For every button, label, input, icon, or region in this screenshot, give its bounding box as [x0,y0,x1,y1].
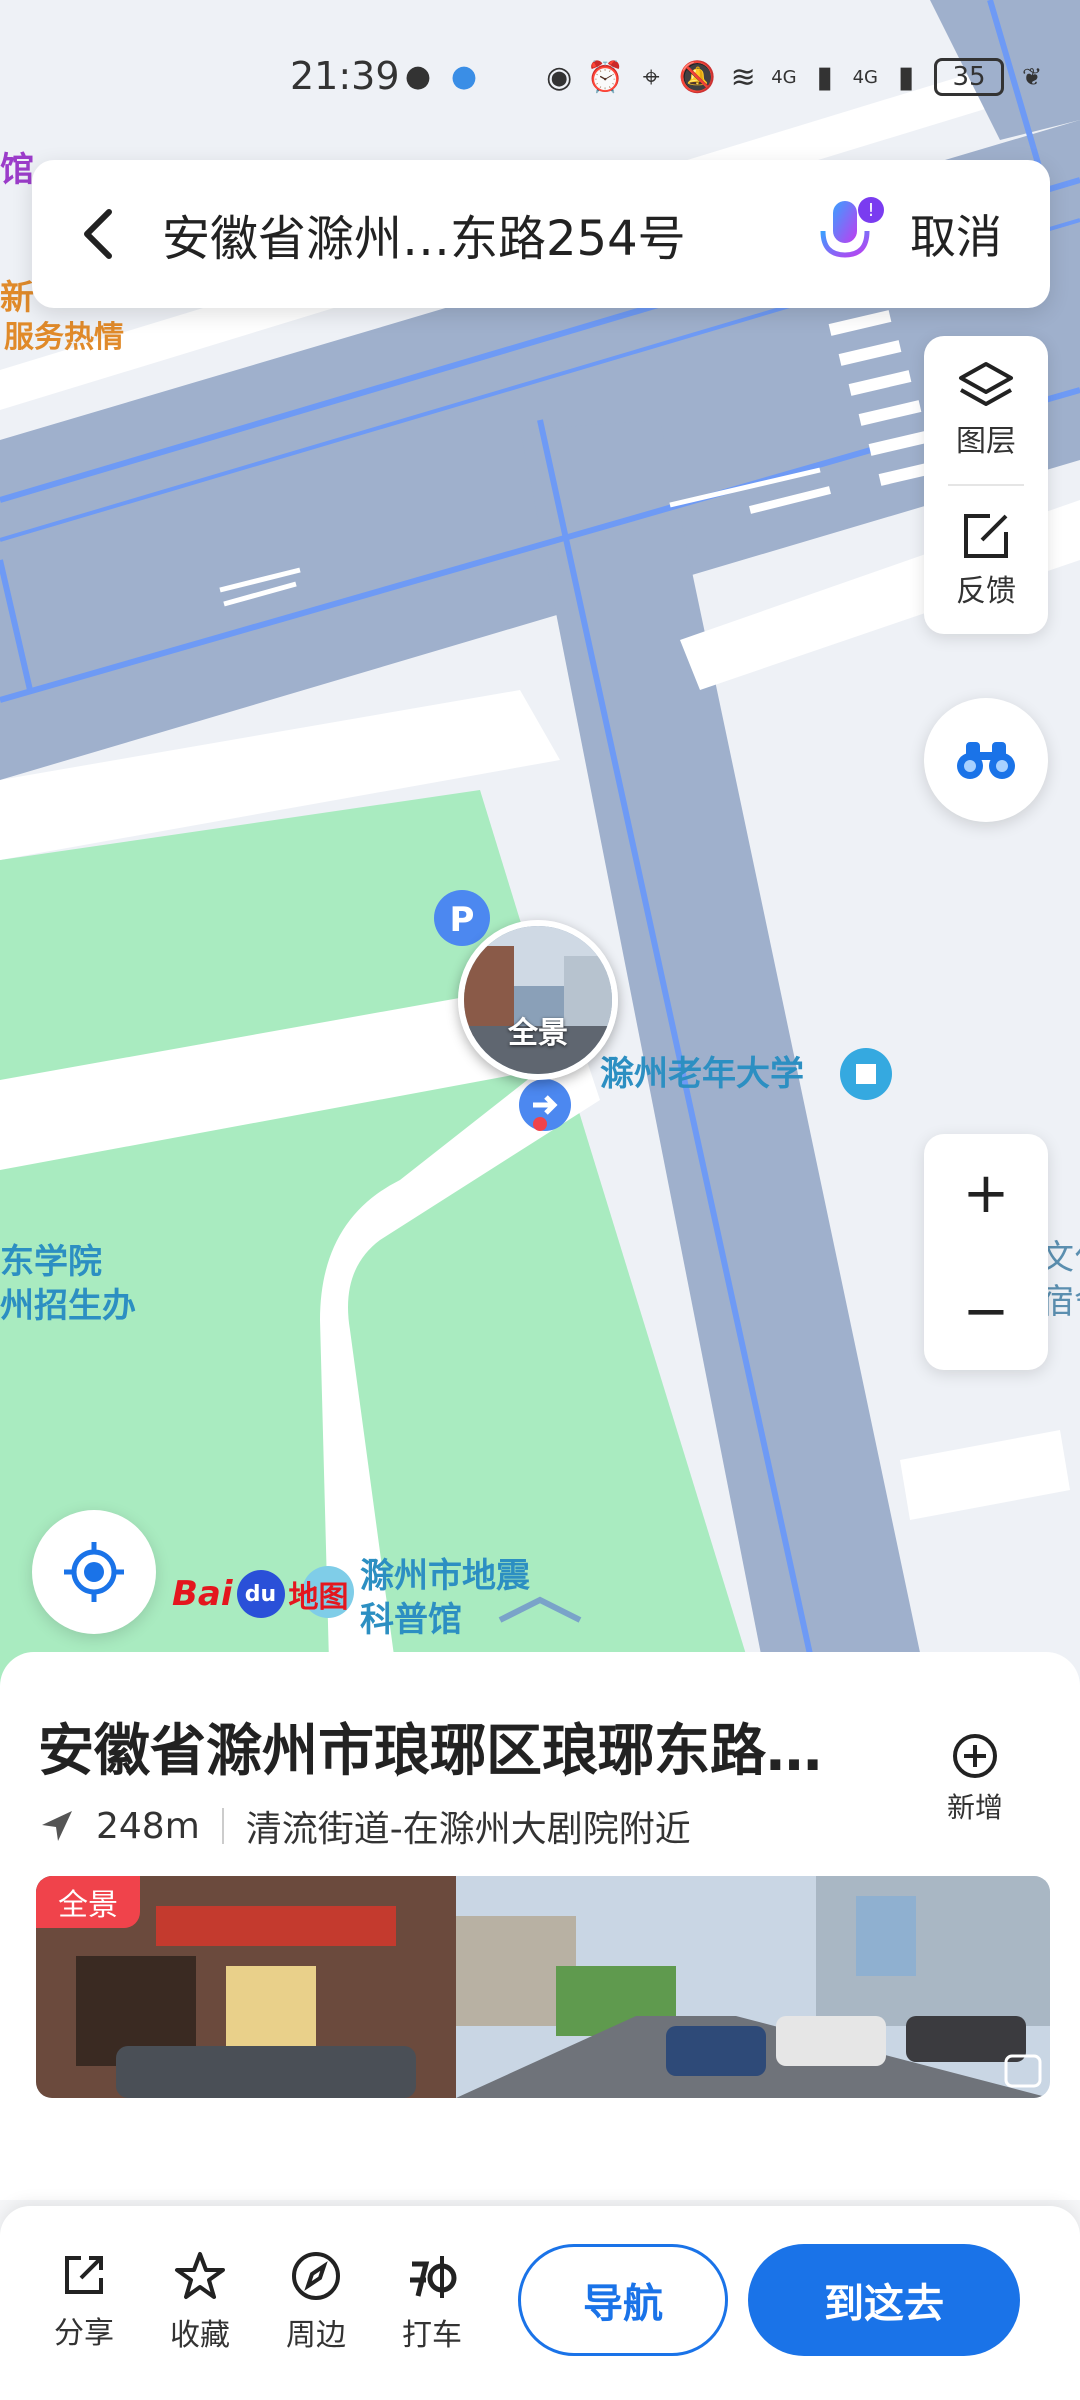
layers-label: 图层 [956,424,1016,459]
feedback-label: 反馈 [956,574,1016,609]
eye-icon: ◉ [546,59,573,95]
share-button[interactable]: 分享 [34,2250,134,2352]
zoom-in-button[interactable]: + [924,1134,1048,1252]
add-place-label: 新增 [946,1791,1003,1824]
poi-label-museum-line1[interactable]: 滁州市地震 [360,1554,530,1598]
browser-icon: ● [450,58,478,94]
zoom-controls: + − [924,1134,1048,1370]
locate-me-button[interactable] [32,1510,156,1634]
go-here-button[interactable]: 到这去 [748,2244,1020,2356]
binoculars-icon [957,742,1015,779]
favorite-label: 收藏 [170,2318,230,2353]
navigation-arrow-icon [42,1811,72,1841]
zoom-out-button[interactable]: − [924,1252,1048,1370]
locate-crosshair-icon [64,1542,124,1602]
university-poi-icon[interactable] [840,1048,892,1100]
mute-icon: 🔕 [678,59,716,95]
alarm-icon: ⏰ [586,59,624,95]
place-title: 安徽省滁州市琅琊区琅琊东路… [38,1719,822,1784]
bottom-action-bar: 分享 收藏 周边 打车 导航 到这去 [0,2206,1080,2400]
status-time: 21:39 [290,54,400,98]
layers-button[interactable]: 图层 [924,336,1048,484]
battery-icon: 35 [934,58,1004,96]
meta-divider [221,1808,224,1844]
destination-marker-icon[interactable] [519,1079,571,1131]
place-address: 清流街道-在滁州大剧院附近 [245,1809,691,1850]
feedback-edit-icon [964,514,1008,558]
feedback-button[interactable]: 反馈 [924,486,1048,634]
poi-label-left-line1[interactable]: 东学院 [0,1240,102,1284]
baidu-map-logo: Bai du 地图 [172,1570,349,1618]
status-bar: 21:39 ● ● ◉ ⏰ ⌖ 🔕 ≋ 4G ▮ 4G ▮ 35 ❦ [0,40,1080,120]
share-icon [65,2256,103,2294]
voice-search-button[interactable]: ! [800,189,890,279]
screen: P 馆 新 服务热情 滁州老年大学 东学院 州招生办 文化 宿舍 滁 [0,0,1080,2400]
place-detail-sheet[interactable]: 安徽省滁州市琅琊区琅琊东路… 新增 248m 清流街道-在滁州大剧院附近 全景 [0,1652,1080,2200]
nearby-label: 周边 [286,2318,346,2353]
layers-icon [959,362,1013,406]
add-place-button[interactable]: 新增 [930,1732,1020,1826]
signal-icon-a: ▮ [816,59,833,95]
poi-label-top-left-line2[interactable]: 服务热情 [4,316,124,360]
leaf-icon: ❦ [1021,63,1043,91]
poi-label-top-left-line1[interactable]: 新 [0,276,34,320]
poi-label-left-line2[interactable]: 州招生办 [0,1284,136,1328]
search-bar[interactable]: 安徽省滁州…东路254号 ! 取消 [32,160,1050,308]
taxi-label: 打车 [402,2318,462,2353]
panorama-badge: 全景 [36,1876,140,1928]
compass-icon [292,2252,340,2300]
place-meta: 248m 清流街道-在滁州大剧院附近 [38,1800,691,1852]
poi-label-museum-line2[interactable]: 科普馆 [360,1598,462,1642]
wechat-icon: ● [404,58,432,94]
cancel-button[interactable]: 取消 [910,201,1002,267]
signal-icon-b: ▮ [897,59,915,95]
add-circle-icon [953,1734,997,1778]
panorama-pin-label: 全景 [508,1016,568,1051]
star-icon [175,2252,225,2299]
poi-label-top-left[interactable]: 馆 [0,148,34,192]
taxi-button[interactable]: 打车 [382,2250,482,2354]
panorama-pin[interactable]: 全景 [458,920,618,1080]
favorite-button[interactable]: 收藏 [150,2250,250,2354]
map-tools-panel: 图层 反馈 [924,336,1048,634]
search-query[interactable]: 安徽省滁州…东路254号 [162,199,800,269]
place-distance: 248m [96,1805,200,1847]
status-icons: ◉ ⏰ ⌖ 🔕 ≋ 4G ▮ 4G ▮ 35 ❦ [541,58,1050,96]
navigate-button[interactable]: 导航 [518,2244,728,2356]
taxi-icon [410,2256,457,2298]
panorama-thumbnail[interactable]: 全景 [36,1876,1050,2098]
back-button[interactable] [32,160,162,308]
location-icon: ⌖ [642,59,660,95]
panorama-photo [36,1876,1050,2098]
network-4g-a: 4G [771,66,797,88]
street-view-button[interactable] [924,698,1048,822]
logo-bai-text: Bai [172,1574,233,1614]
status-app-icons: ● ● [400,58,482,94]
nearby-button[interactable]: 周边 [266,2250,366,2354]
network-4g-b: 4G [852,66,878,88]
mic-badge-icon: ! [858,197,884,223]
poi-label-university[interactable]: 滁州老年大学 [600,1052,804,1096]
logo-du-text: du [236,1570,285,1618]
logo-map-text: 地图 [288,1580,349,1615]
share-label: 分享 [54,2316,114,2351]
wifi-icon: ≋ [730,59,756,95]
chevron-left-icon [84,209,112,259]
